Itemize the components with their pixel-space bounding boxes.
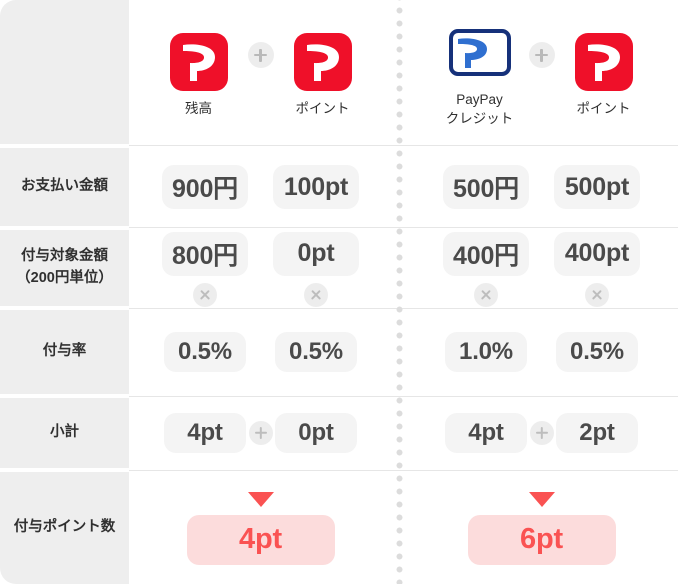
value-pill: 500pt [554, 165, 640, 209]
value-column: 0.5% [156, 332, 254, 372]
plus-icon [247, 42, 274, 68]
value-pill: 500円 [443, 165, 529, 209]
plus-icon [529, 421, 554, 445]
multiply-icon [474, 282, 498, 307]
row-eligible-amount-left: 800円 0pt [129, 228, 392, 310]
value-column: 0.5% [267, 332, 365, 372]
row-label-text: 付与率 [42, 343, 87, 360]
header-item-credit: PayPay クレジット [431, 16, 529, 127]
row-divider [129, 308, 678, 309]
multiply-icon [304, 282, 328, 307]
multiply-icon [585, 282, 609, 307]
header-caption: 残高 [185, 101, 212, 117]
row-label-subtext: （200円単位） [16, 270, 113, 286]
value-pill: 0.5% [556, 332, 638, 372]
row-grant-rate-left: 0.5% 0.5% [129, 310, 392, 394]
paypay-logo-icon [169, 33, 228, 92]
row-payment-amount-left: 900円 100pt [129, 148, 392, 226]
value-pill: 0.5% [275, 332, 357, 372]
value-pill: 900円 [162, 165, 248, 209]
row-label-text: 付与対象金額 [21, 248, 108, 265]
value-pill: 800円 [162, 231, 248, 276]
value-pill: 4pt [445, 413, 527, 453]
header-item-points: ポイント [274, 25, 372, 118]
header-item-balance: 残高 [150, 25, 248, 118]
row-label-grant-rate: 付与率 [0, 310, 129, 394]
operator-row [304, 282, 328, 307]
plus-icon [528, 42, 555, 68]
row-eligible-amount-right: 400円 400pt [405, 228, 678, 310]
points-calculation-table: お支払い金額 付与対象金額 （200円単位） 付与率 小計 付与ポイント数 残高… [0, 0, 678, 584]
value-pill: 2pt [556, 413, 638, 453]
values-area: 残高 ポイント PayPay クレジット ポイント 900円 100pt 500… [129, 0, 678, 584]
row-label-text: 付与ポイント数 [13, 519, 116, 536]
header-caption: ポイント [295, 101, 350, 117]
mid-operator [248, 421, 273, 445]
value-column: 400円 [437, 231, 535, 307]
header-group-credit: PayPay クレジット ポイント [405, 0, 678, 144]
row-granted-points-left: 4pt [129, 472, 392, 584]
header-caption: ポイント [576, 101, 631, 117]
value-pill: 0pt [273, 231, 359, 276]
arrow-down-icon [247, 491, 274, 507]
paypay-logo-icon [293, 33, 352, 92]
row-divider [129, 145, 678, 146]
row-label-text: お支払い金額 [21, 178, 108, 195]
plus-icon [248, 421, 273, 445]
value-pill: 1.0% [445, 332, 527, 372]
paypay-credit-card-icon [448, 29, 511, 77]
multiply-icon [193, 282, 217, 307]
row-label-granted-points: 付与ポイント数 [0, 472, 129, 584]
row-divider [129, 227, 678, 228]
total-pill: 6pt [467, 514, 616, 565]
label-cell-header [0, 0, 129, 144]
table-header: 残高 ポイント PayPay クレジット ポイント [129, 0, 678, 144]
value-column: 800円 [156, 231, 254, 307]
value-column: 0pt [267, 231, 365, 307]
value-pill: 400pt [554, 231, 640, 276]
value-column: 4pt [156, 413, 254, 453]
header-item-points: ポイント [555, 25, 653, 118]
value-column: 2pt [548, 413, 646, 453]
value-column: 1.0% [437, 332, 535, 372]
row-grant-rate-right: 1.0% 0.5% [405, 310, 678, 394]
operator-row [585, 282, 609, 307]
row-label-column: お支払い金額 付与対象金額 （200円単位） 付与率 小計 付与ポイント数 [0, 0, 129, 584]
row-granted-points-right: 6pt [405, 472, 678, 584]
row-payment-amount-right: 500円 500pt [405, 148, 678, 226]
value-column: 4pt [437, 413, 535, 453]
row-subtotal-right: 4pt 2pt [405, 398, 678, 468]
mid-operator [529, 421, 554, 445]
row-subtotal-left: 4pt 0pt [129, 398, 392, 468]
value-column: 100pt [267, 165, 365, 209]
value-pill: 100pt [273, 165, 359, 209]
header-caption: PayPay クレジット [445, 92, 514, 126]
value-pill: 4pt [164, 413, 246, 453]
value-column: 500pt [548, 165, 646, 209]
operator-row [474, 282, 498, 307]
value-column: 400pt [548, 231, 646, 307]
value-column: 0pt [267, 413, 365, 453]
value-pill: 400円 [443, 231, 529, 276]
header-group-balance: 残高 ポイント [129, 0, 392, 144]
operator-row [193, 282, 217, 307]
paypay-logo-icon [574, 33, 633, 92]
scenario-divider [396, 0, 403, 584]
total-pill: 4pt [186, 514, 335, 565]
row-label-eligible-amount: 付与対象金額 （200円単位） [0, 230, 129, 306]
value-column: 0.5% [548, 332, 646, 372]
value-column: 500円 [437, 165, 535, 209]
value-pill: 0pt [275, 413, 357, 453]
row-divider [129, 470, 678, 471]
value-pill: 0.5% [164, 332, 246, 372]
row-label-subtotal: 小計 [0, 398, 129, 468]
row-label-payment-amount: お支払い金額 [0, 148, 129, 226]
row-divider [129, 396, 678, 397]
arrow-down-icon [528, 491, 555, 507]
row-label-text: 小計 [50, 424, 79, 441]
value-column: 900円 [156, 165, 254, 209]
